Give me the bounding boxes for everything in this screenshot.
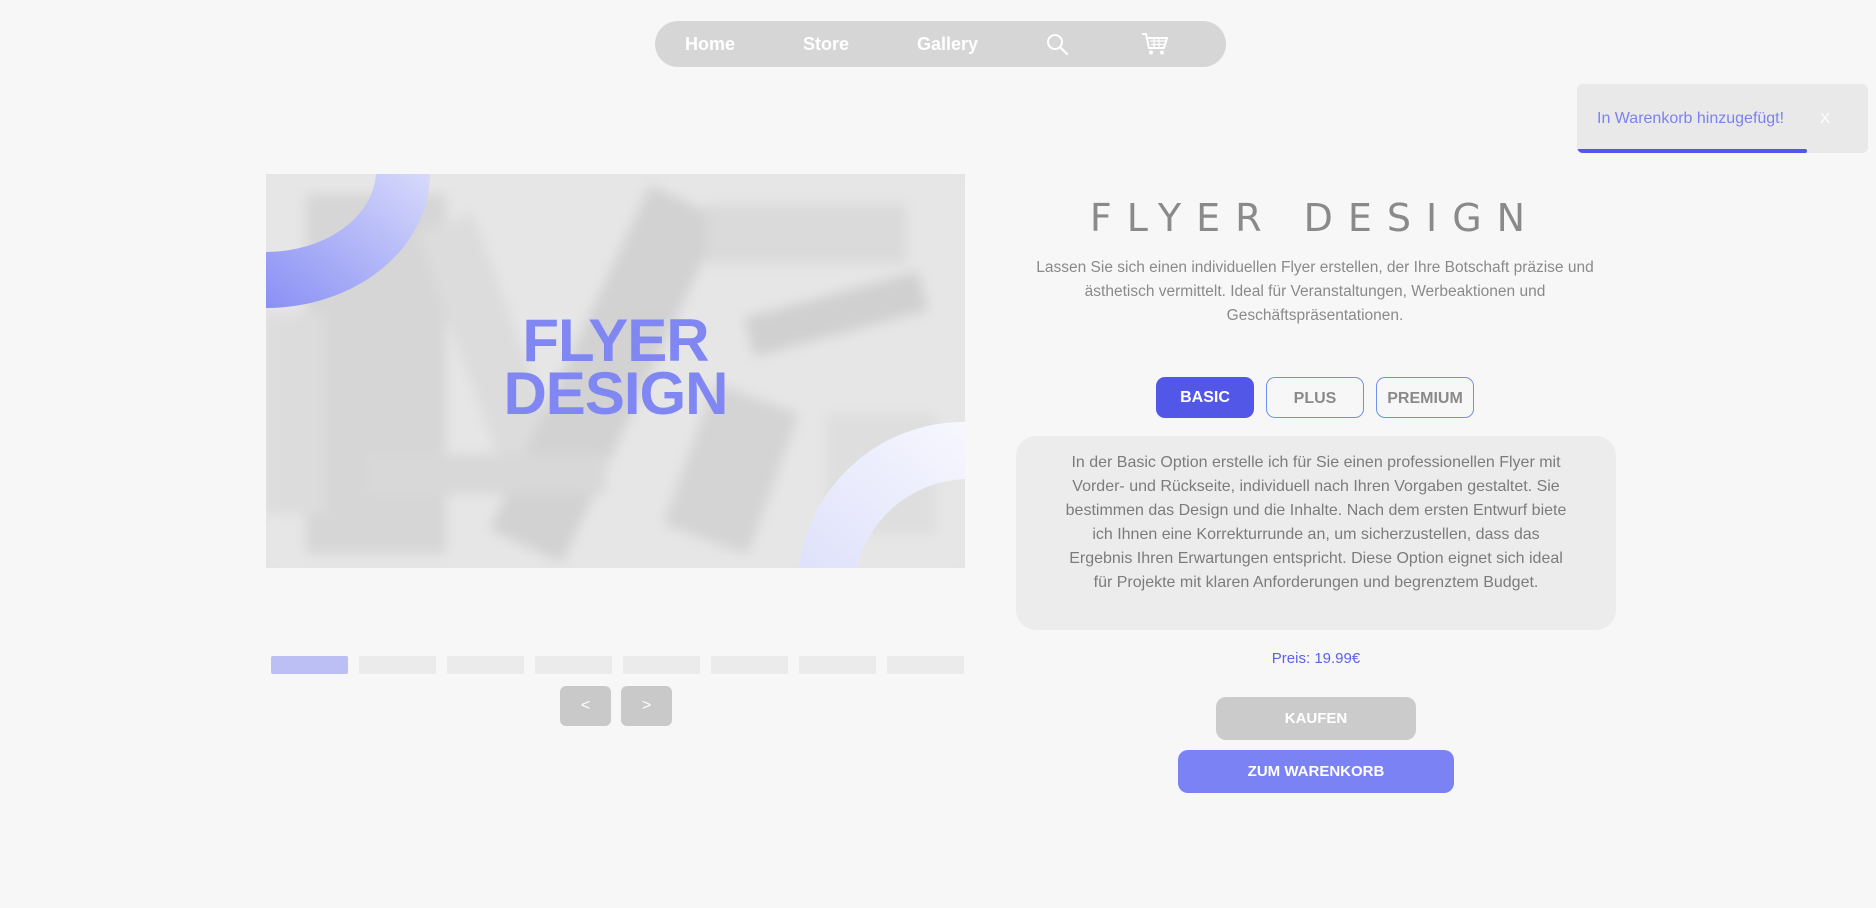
nav-gallery-link[interactable]: Gallery [917,21,978,67]
slide-indicator[interactable] [271,656,348,674]
option-plus-button[interactable]: PLUS [1266,377,1364,418]
toast-close-button[interactable]: X [1820,110,1830,127]
price-value: 19.99€ [1314,650,1361,667]
prev-slide-button[interactable]: < [560,686,611,726]
slide-indicator[interactable] [623,656,700,674]
hero-title: FLYER DESIGN [266,311,965,427]
top-navigation: Home Store Gallery [655,21,1226,67]
option-premium-button[interactable]: PREMIUM [1376,377,1474,418]
product-title: FLYER DESIGN [1089,196,1541,240]
toast-progress-bar [1577,149,1807,153]
slide-indicator[interactable] [447,656,524,674]
add-to-cart-button[interactable]: ZUM WARENKORB [1178,750,1454,793]
price-label: Preis: [1271,650,1311,667]
buy-button[interactable]: KAUFEN [1216,697,1416,740]
option-details-panel: In der Basic Option erstelle ich für Sie… [1016,436,1616,630]
option-basic-button[interactable]: BASIC [1156,377,1254,418]
price: Preis: 19.99€ [1016,650,1616,667]
slide-indicator[interactable] [799,656,876,674]
slide-indicator[interactable] [359,656,436,674]
slide-indicator[interactable] [711,656,788,674]
slide-indicator[interactable] [887,656,964,674]
toast-notification: In Warenkorb hinzugefügt! X [1577,84,1868,153]
next-slide-button[interactable]: > [621,686,672,726]
product-description: Lassen Sie sich einen individuellen Flye… [1036,259,1594,324]
hero-title-line2: DESIGN [503,360,728,427]
nav-store-link[interactable]: Store [803,21,849,67]
product-image: FLYER DESIGN [266,174,965,568]
toast-message: In Warenkorb hinzugefügt! [1597,110,1785,127]
nav-home-link[interactable]: Home [685,21,735,67]
search-icon[interactable] [1045,32,1069,56]
cart-icon[interactable] [1141,32,1169,56]
slide-indicator[interactable] [535,656,612,674]
option-details-text: In der Basic Option erstelle ich für Sie… [1065,454,1567,591]
